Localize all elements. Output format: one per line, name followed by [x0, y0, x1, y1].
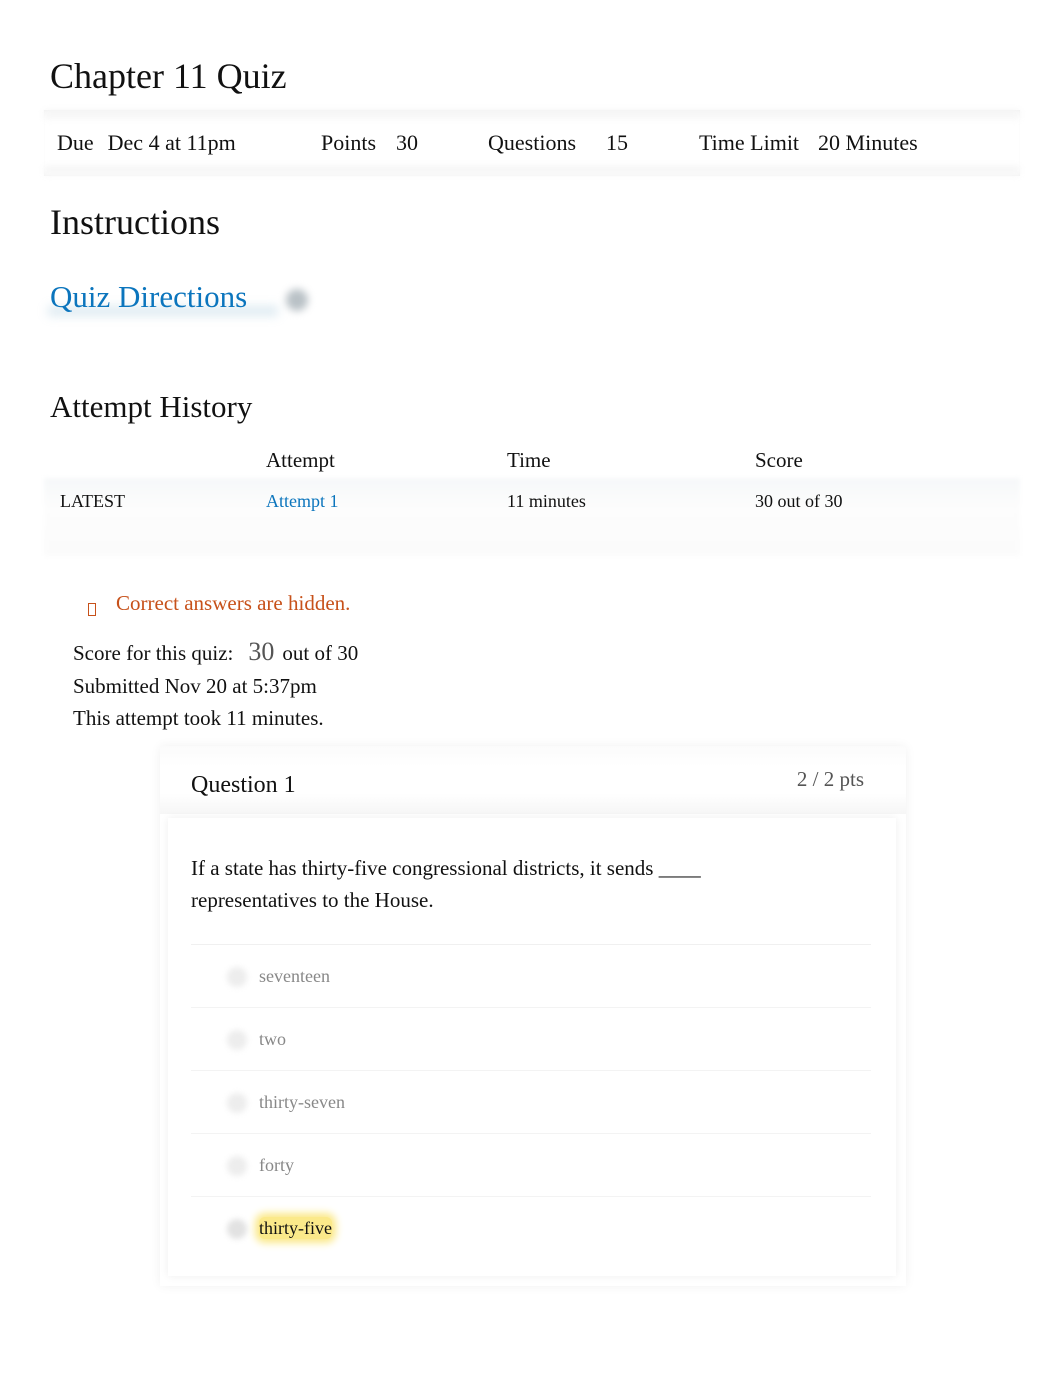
radio-icon[interactable] — [227, 1219, 247, 1239]
quiz-directions-link[interactable]: Quiz Directions — [50, 279, 247, 315]
attempt-status: LATEST — [60, 491, 125, 511]
time-limit-label: Time Limit — [699, 130, 800, 155]
notice-text: Correct answers are hidden. — [116, 591, 351, 615]
column-header-score: Score — [755, 448, 803, 472]
attempt-history-heading: Attempt History — [50, 389, 253, 424]
question-points: 2 / 2 pts — [796, 767, 864, 791]
score-label: Score for this quiz: — [73, 641, 234, 665]
warning-icon — [88, 603, 96, 616]
points-label: Points — [321, 130, 377, 155]
submitted-time: Submitted Nov 20 at 5:37pm — [73, 674, 317, 698]
questions-label: Questions — [488, 130, 576, 155]
column-header-attempt: Attempt — [266, 448, 335, 472]
answer-list: seventeen two thirty-seven forty thirty-… — [191, 944, 871, 1259]
answer-option-selected[interactable]: thirty-five — [191, 1196, 871, 1259]
time-limit-value: 20 Minutes — [818, 130, 918, 155]
quiz-meta-bar: Due Dec 4 at 11pm Points 30 Questions 15 Ti… — [44, 110, 1020, 176]
answer-label: thirty-seven — [259, 1092, 345, 1112]
meta-questions: Questions 15 — [488, 130, 628, 156]
score-value: 30 — [248, 637, 275, 666]
radio-icon[interactable] — [227, 1156, 247, 1176]
answer-label: seventeen — [259, 966, 330, 986]
radio-icon[interactable] — [227, 1093, 247, 1113]
correct-answers-hidden-notice: Correct answers are hidden. — [88, 591, 350, 616]
radio-icon[interactable] — [227, 967, 247, 987]
attempt-duration: This attempt took 11 minutes. — [73, 706, 324, 730]
answer-label: thirty-five — [259, 1217, 332, 1239]
meta-due: Due Dec 4 at 11pm — [57, 130, 236, 156]
attempt-link[interactable]: Attempt 1 — [266, 490, 339, 512]
meta-time-limit: Time Limit 20 Minutes — [699, 130, 918, 156]
question-card: Question 1 2 / 2 pts If a state has thir… — [160, 746, 906, 1286]
answer-option[interactable]: seventeen — [191, 944, 871, 1007]
question-text: If a state has thirty-five congressional… — [191, 856, 701, 912]
answer-label: two — [259, 1029, 286, 1049]
due-label: Due — [57, 130, 94, 155]
attempt-score: 30 out of 30 — [755, 491, 843, 511]
points-value: 30 — [396, 130, 419, 155]
meta-points: Points 30 — [321, 130, 418, 156]
expand-icon[interactable] — [286, 289, 308, 311]
questions-value: 15 — [606, 130, 628, 155]
answer-option[interactable]: thirty-seven — [191, 1070, 871, 1133]
question-body: If a state has thirty-five congressional… — [168, 818, 896, 1276]
due-value: Dec 4 at 11pm — [107, 130, 236, 155]
answer-option[interactable]: forty — [191, 1133, 871, 1196]
score-suffix: out of 30 — [282, 641, 359, 665]
instructions-heading: Instructions — [50, 202, 220, 242]
answer-label: forty — [259, 1155, 294, 1175]
column-header-time: Time — [507, 448, 551, 472]
question-title: Question 1 — [191, 772, 296, 798]
radio-icon[interactable] — [227, 1030, 247, 1050]
page-title: Chapter 11 Quiz — [50, 56, 287, 96]
question-header: Question 1 2 / 2 pts — [160, 746, 906, 814]
answer-option[interactable]: two — [191, 1007, 871, 1070]
quiz-score: Score for this quiz: 30 out of 30 — [73, 637, 359, 666]
attempt-time: 11 minutes — [507, 491, 586, 511]
